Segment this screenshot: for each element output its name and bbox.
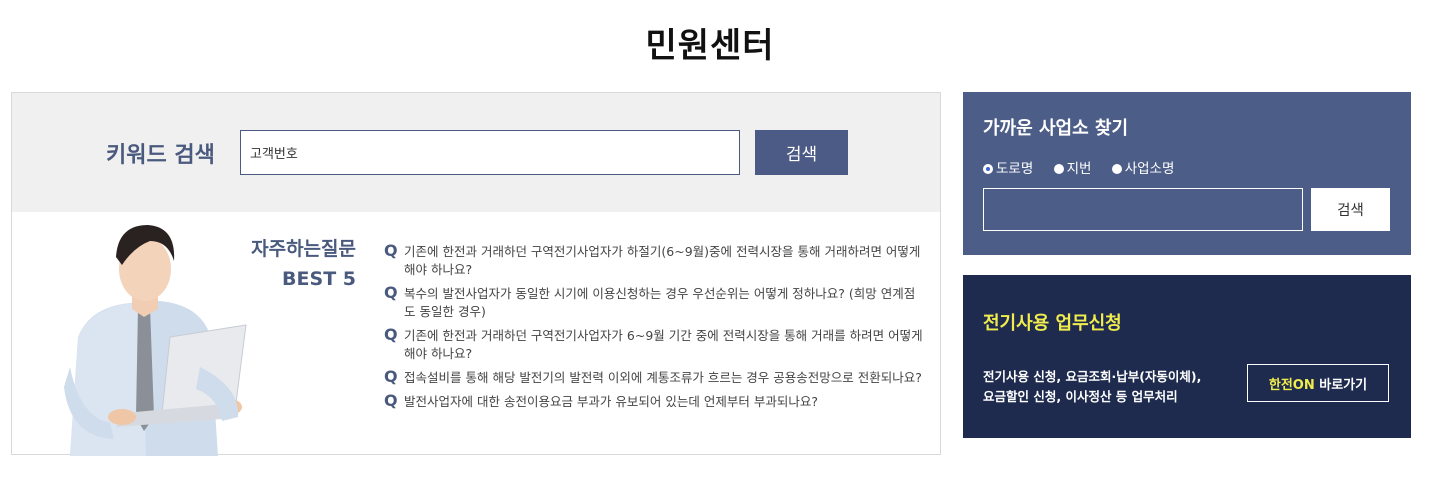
keyword-search-input[interactable] [240, 130, 740, 175]
find-office-search-button[interactable]: 검색 [1311, 188, 1390, 231]
question-marker: Q [384, 391, 398, 410]
radio-icon[interactable] [1111, 164, 1122, 174]
faq-question-text[interactable]: 발전사업자에 대한 송전이용요금 부과가 유보되어 있는데 언제부터 부과되나요… [404, 394, 818, 409]
question-marker: Q [384, 283, 398, 302]
electric-service-title: 전기사용 업무신청 [983, 313, 1122, 334]
find-office-panel: 가까운 사업소 찾기 도로명 지번 사업소명 검색 [963, 92, 1411, 255]
faq-question-text[interactable]: 복수의 발전사업자가 동일한 시기에 이용신청하는 경우 우선순위는 어떻게 정… [404, 286, 915, 319]
description-line: 요금할인 신청, 이사정산 등 업무처리 [983, 389, 1178, 404]
find-office-input[interactable] [983, 188, 1303, 231]
keyword-faq-panel: 키워드 검색 검색 자주하는질문 BEST 5 Q 기존에 한전과 거래하던 구역… [11, 92, 941, 456]
faq-item[interactable]: Q 기존에 한전과 거래하던 구역전기사업자가 6~9월 기간 중에 전력시장을 … [384, 325, 924, 363]
faq-item[interactable]: Q 발전사업자에 대한 송전이용요금 부과가 유보되어 있는데 언제부터 부과되나… [384, 391, 924, 411]
keyword-search-label: 키워드 검색 [106, 143, 215, 168]
faq-item[interactable]: Q 기존에 한전과 거래하던 구역전기사업자가 하절기(6~9월)중에 전력시장을… [384, 241, 924, 279]
radio-lot-number[interactable]: 지번 [1053, 157, 1092, 177]
radio-selected-icon[interactable] [983, 164, 993, 174]
electric-service-panel: 전기사용 업무신청 전기사용 신청, 요금조회·납부(자동이체), 요금할인 신… [963, 275, 1411, 438]
button-label: 바로가기 [1314, 377, 1368, 393]
keyword-search-band: 키워드 검색 검색 [12, 93, 940, 212]
radio-label: 도로명 [996, 161, 1034, 177]
search-type-radio-group: 도로명 지번 사업소명 [983, 157, 1190, 177]
faq-list: Q 기존에 한전과 거래하던 구역전기사업자가 하절기(6~9월)중에 전력시장을… [384, 241, 924, 417]
page-title: 민원센터 [645, 26, 775, 66]
radio-icon[interactable] [1053, 164, 1064, 174]
radio-label: 지번 [1066, 161, 1092, 177]
faq-heading-line1: 자주하는질문 [251, 238, 356, 260]
keyword-search-button[interactable]: 검색 [755, 130, 848, 175]
faq-item[interactable]: Q 접속설비를 통해 해당 발전기의 발전력 이외에 계통조류가 흐르는 경우 공… [384, 367, 924, 387]
question-marker: Q [384, 241, 398, 260]
radio-label: 사업소명 [1124, 161, 1175, 177]
faq-question-text[interactable]: 기존에 한전과 거래하던 구역전기사업자가 하절기(6~9월)중에 전력시장을 … [404, 244, 920, 277]
radio-office-name[interactable]: 사업소명 [1111, 157, 1175, 177]
description-line: 전기사용 신청, 요금조회·납부(자동이체), [983, 369, 1202, 384]
button-highlight-text: 한전ON [1268, 377, 1315, 393]
question-marker: Q [384, 367, 398, 386]
faq-heading-line2: BEST 5 [282, 268, 356, 290]
faq-item[interactable]: Q 복수의 발전사업자가 동일한 시기에 이용신청하는 경우 우선순위는 어떻게 … [384, 283, 924, 321]
faq-question-text[interactable]: 기존에 한전과 거래하던 구역전기사업자가 6~9월 기간 중에 전력시장을 통… [404, 328, 923, 361]
faq-question-text[interactable]: 접속설비를 통해 해당 발전기의 발전력 이외에 계통조류가 흐르는 경우 공용… [404, 370, 922, 385]
question-marker: Q [384, 325, 398, 344]
radio-road-name[interactable]: 도로명 [983, 157, 1033, 177]
kepco-on-shortcut-button[interactable]: 한전ON 바로가기 [1247, 364, 1389, 402]
faq-heading: 자주하는질문 BEST 5 [222, 234, 356, 294]
electric-service-description: 전기사용 신청, 요금조회·납부(자동이체), 요금할인 신청, 이사정산 등 … [983, 367, 1201, 407]
find-office-title: 가까운 사업소 찾기 [983, 118, 1129, 139]
